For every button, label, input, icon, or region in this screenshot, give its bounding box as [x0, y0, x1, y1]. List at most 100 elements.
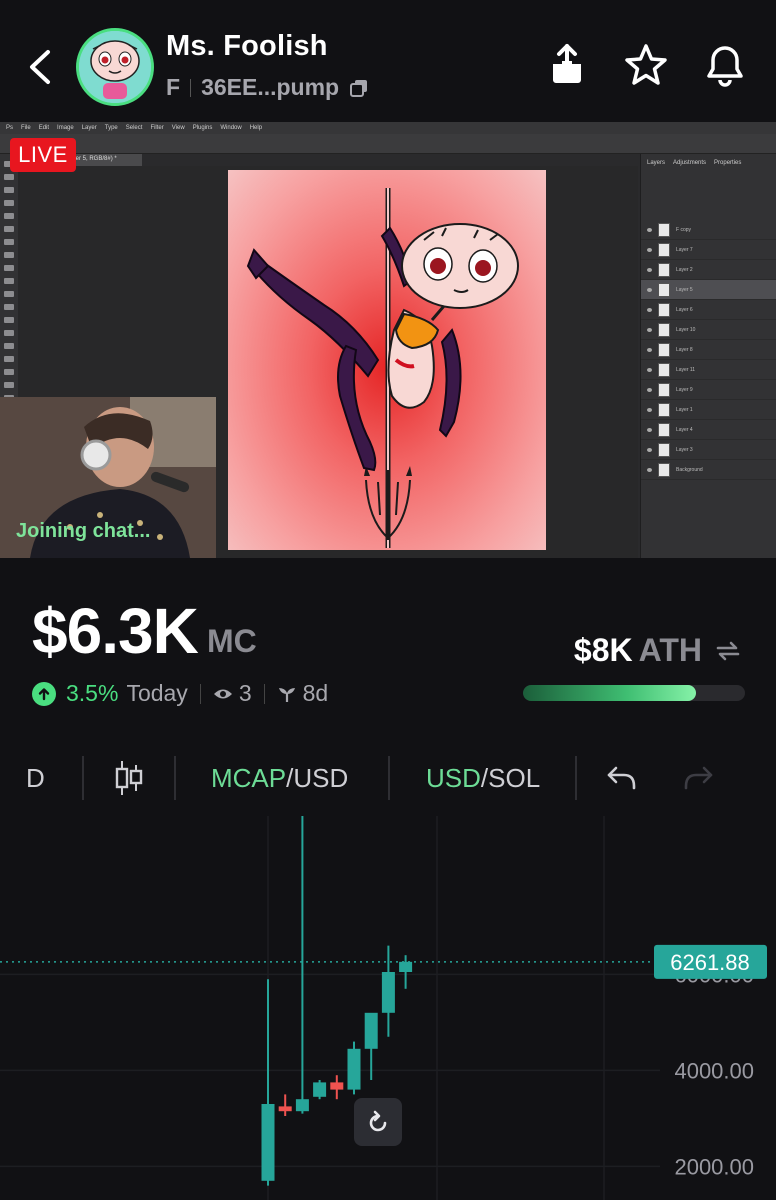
back-arrow-icon[interactable]	[22, 44, 62, 90]
eye-icon	[213, 689, 232, 698]
chart-grid	[0, 816, 660, 1200]
undo-icon	[607, 766, 636, 790]
toolbar-divider	[388, 756, 390, 800]
ath-progress-fill	[523, 685, 697, 701]
stat-divider	[263, 683, 265, 704]
ps-layer-row: Layer 8	[641, 340, 776, 360]
redo-icon	[684, 766, 713, 790]
redo-button[interactable]	[682, 744, 714, 812]
token-age: 8d	[277, 680, 329, 707]
candle-body	[381, 972, 395, 1013]
ps-options-bar	[0, 134, 776, 154]
ps-menu-item: Select	[125, 125, 143, 131]
candlestick-type-button[interactable]	[114, 744, 144, 812]
ps-layer-row: Layer 7	[641, 240, 776, 260]
interval-selector[interactable]: D	[26, 744, 45, 812]
reset-chart-button[interactable]	[354, 1098, 402, 1146]
candle-body	[364, 1012, 378, 1049]
ps-layer-row: Background	[641, 460, 776, 480]
ps-menu-item: Layer	[81, 125, 97, 131]
ps-layer-row: Layer 4	[641, 420, 776, 440]
market-cap-value: $6.3K	[32, 595, 199, 667]
token-ticker-row: F 36EE...pump	[166, 74, 369, 101]
contract-address[interactable]: 36EE...pump	[201, 74, 339, 101]
ath-progress-bar	[523, 685, 745, 701]
sprout-icon	[278, 687, 295, 702]
copy-icon[interactable]	[349, 78, 369, 98]
ps-menubar: Ps File Edit Image Layer Type Select Filter View…	[0, 122, 776, 134]
mcap-toggle-primary: MCAP	[211, 762, 287, 793]
toolbar-divider	[174, 756, 176, 800]
market-cap-label: MC	[207, 623, 257, 659]
candle-body	[261, 1104, 275, 1181]
candle-body	[347, 1048, 361, 1090]
ps-layer-row: F copy	[641, 220, 776, 240]
ath-value: $8K	[573, 632, 633, 668]
token-symbol: F	[166, 74, 181, 100]
ps-layers-list: F copy Layer 7 Layer 2 Layer 5 Layer 6 Layer …	[641, 220, 776, 480]
ps-panel-tab: Layers	[647, 160, 666, 166]
change-row: 3.5% Today 3 8d	[32, 680, 328, 707]
viewer-count: 3	[213, 680, 252, 707]
token-avatar	[76, 28, 154, 106]
ps-layer-row: Layer 10	[641, 320, 776, 340]
ps-layer-row: Layer 6	[641, 300, 776, 320]
stat-divider	[199, 683, 201, 704]
devil-pole-artwork	[246, 188, 519, 548]
stream-status-text: Joining chat...	[16, 520, 151, 542]
toolbar-divider	[575, 756, 577, 800]
usd-sol-toggle[interactable]: USD/SOL	[426, 744, 540, 812]
token-age-value: 8d	[302, 680, 329, 706]
ps-panel-tab: Adjustments	[673, 160, 707, 166]
candle-body	[399, 961, 413, 972]
swap-arrows-icon[interactable]	[714, 637, 742, 665]
usd-toggle-secondary: /SOL	[480, 762, 541, 793]
avatar-character-image	[79, 31, 151, 103]
ticker-divider	[190, 78, 192, 97]
ps-menu-item: Window	[220, 125, 242, 131]
mcap-usd-toggle[interactable]: MCAP/USD	[211, 744, 348, 812]
star-icon[interactable]	[623, 42, 669, 88]
ps-menu-item: Ps	[6, 125, 14, 131]
candlestick-icon	[115, 761, 143, 795]
price-tick-label: 4000.00	[674, 1058, 754, 1083]
live-stream-video[interactable]: Ps File Edit Image Layer Type Select Filter View…	[0, 122, 776, 558]
ps-layer-row: Layer 5	[641, 280, 776, 300]
viewer-count-value: 3	[238, 680, 252, 706]
candle-body	[295, 1099, 309, 1112]
undo-button[interactable]	[606, 744, 638, 812]
ps-layer-row: Layer 11	[641, 360, 776, 380]
price-tick-label: 2000.00	[674, 1154, 754, 1179]
ps-layers-panel: Layers Adjustments Properties F copy Layer …	[640, 154, 776, 558]
token-header: Ms. Foolish F 36EE...pump	[0, 0, 776, 120]
token-name: Ms. Foolish	[166, 30, 328, 62]
ps-menu-item: Image	[57, 125, 74, 131]
candle-body	[330, 1082, 344, 1090]
ps-layer-row: Layer 3	[641, 440, 776, 460]
candle-body	[313, 1082, 327, 1097]
arrow-up-circle-icon	[32, 681, 56, 706]
share-icon[interactable]	[544, 42, 590, 88]
ath-label: ATH	[638, 632, 702, 668]
live-badge: LIVE	[10, 138, 76, 172]
ps-menu-item: View	[171, 125, 185, 131]
ps-panel-tab: Properties	[714, 160, 742, 166]
ps-layer-row: Layer 2	[641, 260, 776, 280]
change-period: Today	[126, 680, 188, 706]
change-percent: 3.5%	[66, 680, 119, 706]
mcap-toggle-secondary: /USD	[286, 762, 349, 793]
ps-panel-tabs: Layers Adjustments Properties	[641, 154, 776, 166]
artwork-canvas	[228, 170, 546, 550]
ps-layer-row: Layer 1	[641, 400, 776, 420]
chart-toolbar: D MCAP/USD USD/SOL	[0, 744, 776, 812]
bell-icon[interactable]	[702, 42, 748, 88]
price-axis: 6000.004000.002000.00	[674, 962, 754, 1179]
ps-layer-row: Layer 9	[641, 380, 776, 400]
toolbar-divider	[82, 756, 84, 800]
current-price-label: 6261.88	[670, 950, 750, 975]
ps-menu-item: Help	[249, 125, 263, 131]
reload-icon	[369, 1110, 387, 1132]
usd-toggle-primary: USD	[426, 762, 481, 793]
ps-menu-item: File	[21, 125, 31, 131]
ath-row: $8K ATH	[574, 632, 742, 669]
